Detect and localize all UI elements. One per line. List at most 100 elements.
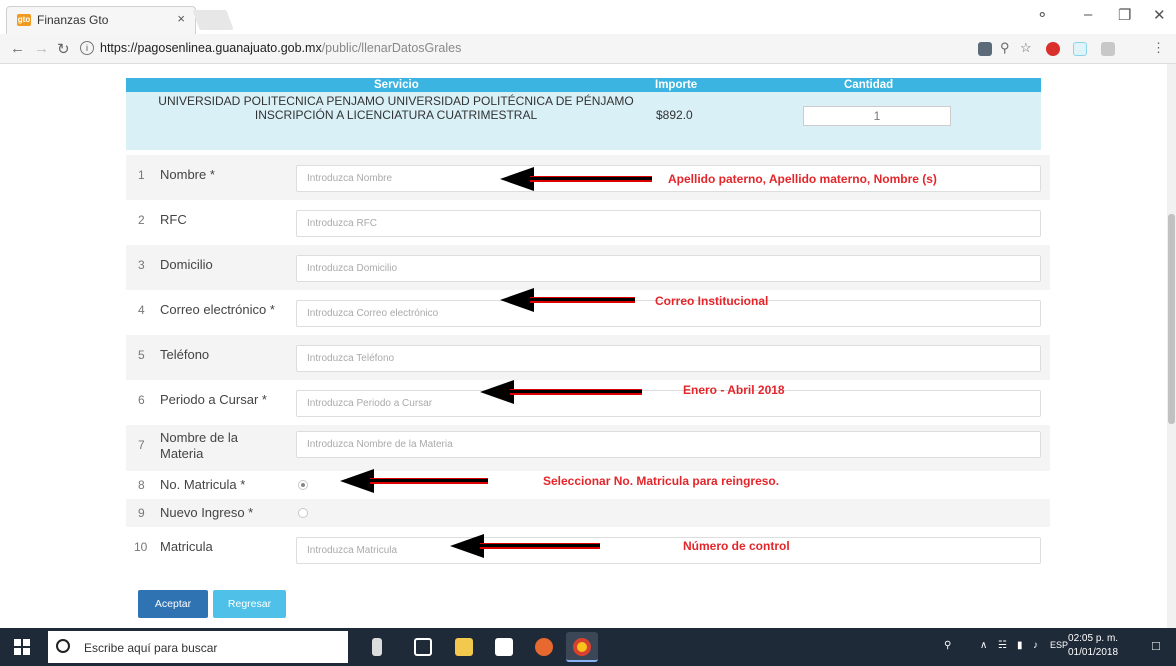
- close-window-icon[interactable]: ✕: [1153, 6, 1166, 24]
- translate-icon[interactable]: [978, 42, 992, 56]
- clock-date: 01/01/2018: [1068, 647, 1119, 658]
- rfc-label: RFC: [160, 212, 187, 227]
- annotation-matricula: Número de control: [683, 539, 790, 553]
- taskbar-search-placeholder: Escribe aquí para buscar: [84, 641, 218, 655]
- matricula-label: Matricula: [160, 539, 213, 554]
- accept-button[interactable]: Aceptar: [138, 590, 208, 618]
- tab-title: Finanzas Gto: [37, 13, 109, 27]
- new-tab-button[interactable]: [192, 10, 234, 30]
- nuevo-ingreso-radio[interactable]: [298, 508, 308, 518]
- row-number: 5: [138, 348, 145, 362]
- windows-start-icon[interactable]: [14, 639, 30, 655]
- row-number: 4: [138, 303, 145, 317]
- volume-icon[interactable]: ♪: [1033, 640, 1038, 651]
- service-name: UNIVERSIDAD POLITECNICA PENJAMO UNIVERSI…: [158, 94, 634, 122]
- info-icon[interactable]: i: [80, 41, 94, 55]
- row-number: 7: [138, 438, 145, 452]
- annotation-arrow: [340, 469, 488, 493]
- form-row-materia: 7 Nombre de la Materia Introduzca Nombre…: [126, 425, 1050, 471]
- service-row: UNIVERSIDAD POLITECNICA PENJAMO UNIVERSI…: [126, 92, 1041, 150]
- row-number: 10: [134, 540, 148, 554]
- service-table-header: Servicio Importe Cantidad: [126, 78, 1041, 92]
- url-path: /public/llenarDatosGrales: [321, 41, 462, 55]
- header-quantity: Cantidad: [844, 79, 894, 91]
- chrome-icon: [573, 638, 591, 656]
- mail-icon[interactable]: [495, 638, 513, 656]
- quantity-input[interactable]: 1: [803, 106, 951, 126]
- chrome-taskbar-button[interactable]: [566, 632, 598, 662]
- maximize-icon[interactable]: ❐: [1118, 6, 1131, 24]
- adblock-icon[interactable]: [1046, 42, 1060, 56]
- row-number: 8: [138, 478, 145, 492]
- no-matricula-radio[interactable]: [298, 480, 308, 490]
- annotation-correo: Correo Institucional: [655, 294, 769, 308]
- tab-close-icon[interactable]: ×: [177, 11, 185, 26]
- annotation-periodo: Enero - Abril 2018: [683, 383, 785, 397]
- clock-time: 02:05 p. m.: [1068, 633, 1119, 644]
- header-amount: Importe: [655, 79, 698, 91]
- service-amount: $892.0: [656, 108, 693, 122]
- scrollbar-thumb[interactable]: [1168, 214, 1175, 424]
- minimize-icon[interactable]: –: [1084, 6, 1092, 23]
- annotation-matricula-radio: Seleccionar No. Matricula para reingreso…: [543, 474, 780, 488]
- no-matricula-label: No. Matricula *: [160, 477, 246, 492]
- telefono-input[interactable]: Introduzca Teléfono: [296, 345, 1041, 372]
- url-host: https://pagosenlinea.guanajuato.gob.mx: [100, 41, 322, 55]
- reload-icon[interactable]: ↻: [57, 40, 70, 58]
- row-number: 6: [138, 393, 145, 407]
- matricula-input[interactable]: Introduzca Matricula: [296, 537, 1041, 564]
- battery-icon[interactable]: ▮: [1017, 640, 1023, 651]
- nuevo-ingreso-label: Nuevo Ingreso *: [160, 505, 254, 520]
- annotation-arrow: [500, 167, 652, 191]
- form-row-domicilio: 3 Domicilio Introduzca Domicilio: [126, 245, 1050, 290]
- telefono-label: Teléfono: [160, 347, 210, 362]
- notifications-icon[interactable]: □: [1152, 638, 1160, 653]
- form-row-rfc: 2 RFC Introduzca RFC: [126, 200, 1050, 245]
- row-number: 1: [138, 168, 145, 182]
- favicon-icon: gto: [17, 14, 31, 26]
- profile-icon[interactable]: ⚬: [1036, 6, 1049, 24]
- file-explorer-icon[interactable]: [455, 638, 473, 656]
- page-content: Servicio Importe Cantidad UNIVERSIDAD PO…: [0, 64, 1176, 628]
- annotation-arrow: [480, 380, 642, 404]
- firefox-icon[interactable]: [535, 638, 553, 656]
- extension-icon[interactable]: [1073, 42, 1087, 56]
- domicilio-input[interactable]: Introduzca Domicilio: [296, 255, 1041, 282]
- materia-input[interactable]: Introduzca Nombre de la Materia: [296, 431, 1041, 458]
- nombre-label: Nombre *: [160, 167, 215, 182]
- header-service: Servicio: [374, 79, 419, 91]
- browser-toolbar: ← → ↻ i https://pagosenlinea.guanajuato.…: [0, 34, 1176, 64]
- annotation-arrow: [500, 288, 635, 312]
- back-icon[interactable]: ←: [10, 40, 25, 57]
- forward-icon[interactable]: →: [34, 40, 49, 57]
- extension-icon[interactable]: [1101, 42, 1115, 56]
- row-number: 3: [138, 258, 145, 272]
- domicilio-label: Domicilio: [160, 257, 213, 272]
- materia-label: Nombre de la Materia: [160, 430, 239, 461]
- chevron-up-icon[interactable]: ∧: [980, 640, 987, 651]
- page-scrollbar[interactable]: [1167, 64, 1176, 628]
- form-row-telefono: 5 Teléfono Introduzca Teléfono: [126, 335, 1050, 380]
- browser-tab[interactable]: gto Finanzas Gto ×: [6, 6, 196, 34]
- annotation-nombre: Apellido paterno, Apellido materno, Nomb…: [668, 172, 937, 186]
- microphone-icon[interactable]: [372, 638, 382, 656]
- annotation-arrow: [450, 534, 600, 558]
- network-icon[interactable]: ☵: [998, 640, 1007, 651]
- periodo-label: Periodo a Cursar *: [160, 392, 267, 407]
- people-icon[interactable]: ⚲: [944, 640, 951, 651]
- row-number: 9: [138, 506, 145, 520]
- address-bar[interactable]: i https://pagosenlinea.guanajuato.gob.mx…: [80, 37, 1090, 61]
- correo-label: Correo electrónico *: [160, 302, 275, 317]
- taskbar-search[interactable]: Escribe aquí para buscar: [48, 631, 348, 663]
- taskbar-clock[interactable]: 02:05 p. m. 01/01/2018: [1068, 632, 1118, 660]
- back-button[interactable]: Regresar: [213, 590, 286, 618]
- menu-icon[interactable]: ⋮: [1152, 40, 1165, 56]
- url-text: https://pagosenlinea.guanajuato.gob.mx/p…: [100, 41, 461, 55]
- periodo-input[interactable]: Introduzca Periodo a Cursar: [296, 390, 1041, 417]
- language-indicator[interactable]: ESP: [1050, 640, 1068, 650]
- bookmark-star-icon[interactable]: ☆: [1020, 40, 1032, 56]
- task-view-icon[interactable]: [414, 638, 432, 656]
- rfc-input[interactable]: Introduzca RFC: [296, 210, 1041, 237]
- taskbar: Escribe aquí para buscar ⚲ ∧ ☵ ▮ ♪ ESP 0…: [0, 628, 1176, 666]
- zoom-icon[interactable]: ⚲: [1000, 40, 1010, 56]
